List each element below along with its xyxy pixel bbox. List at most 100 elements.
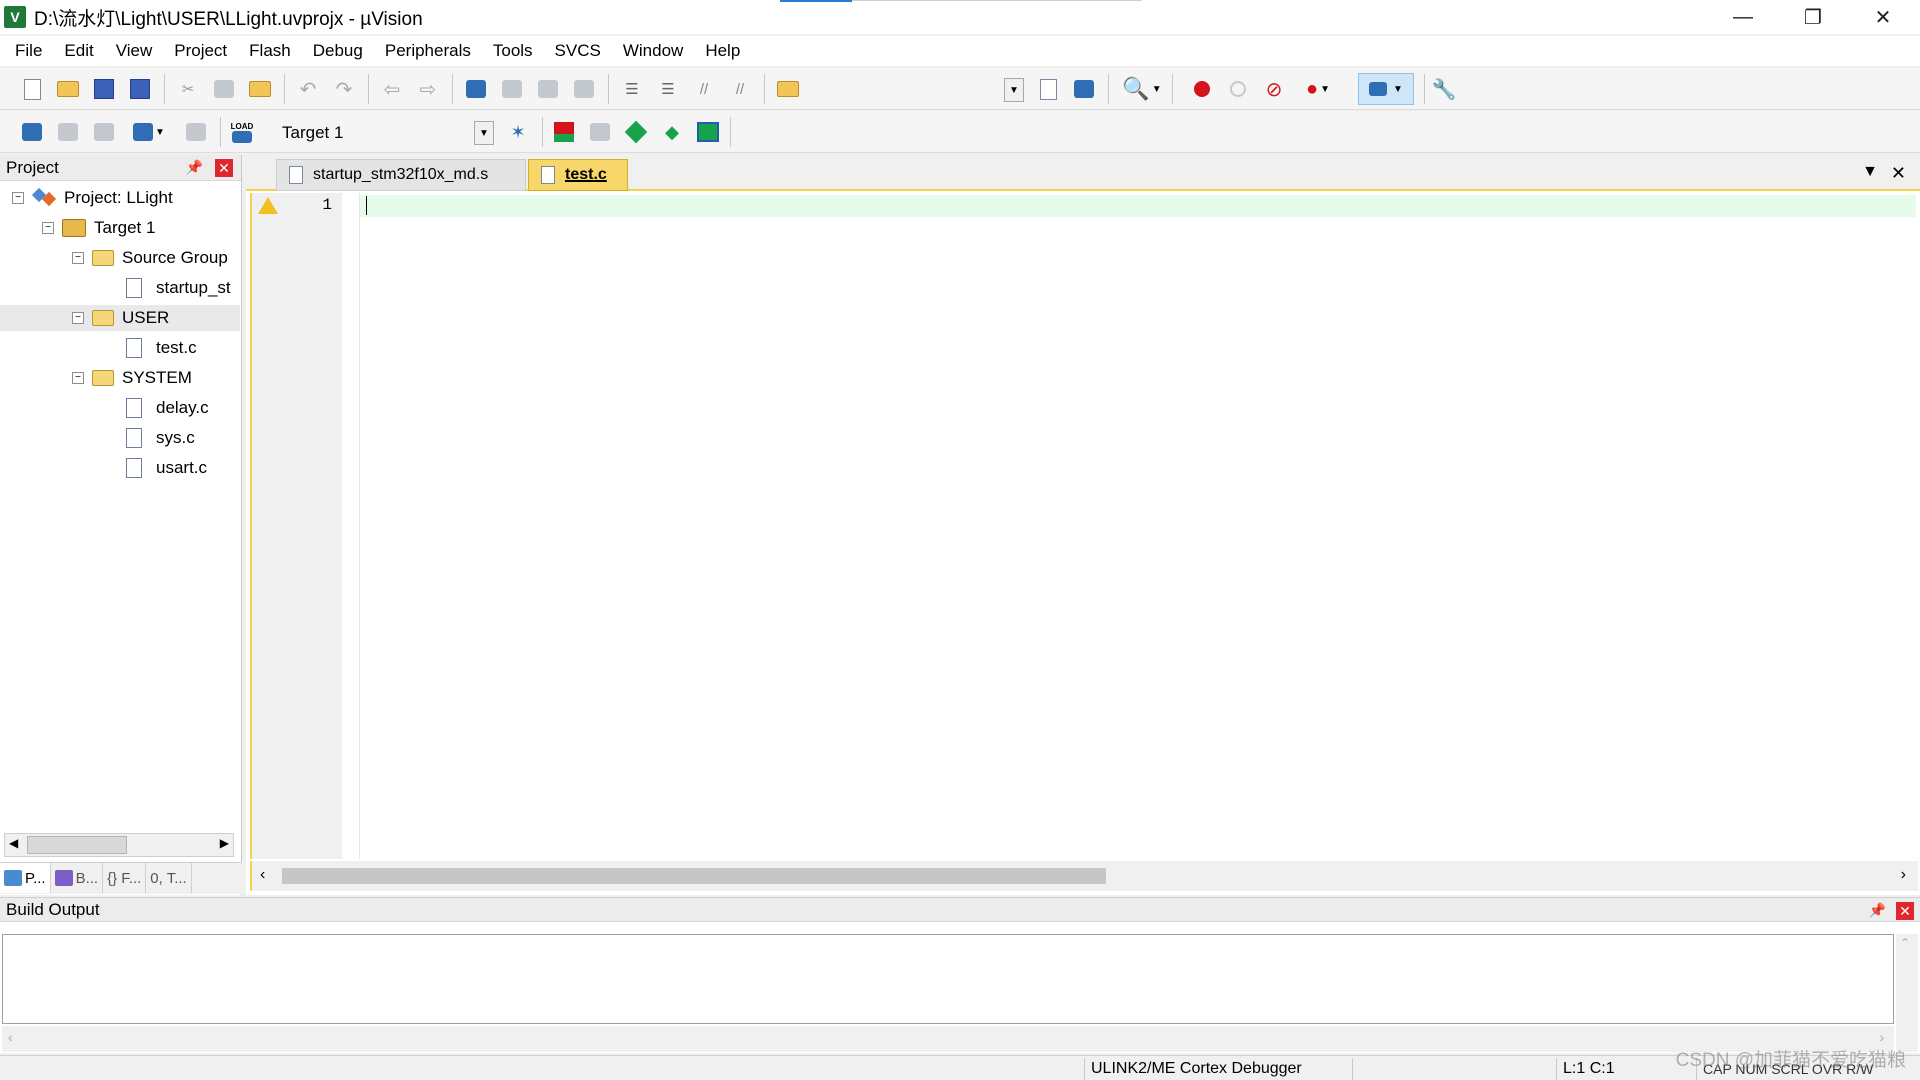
uncomment-button[interactable]: // [728,77,752,101]
select-packs-button[interactable] [588,120,612,144]
menu-flash[interactable]: Flash [238,41,302,61]
menu-file[interactable]: File [4,41,53,61]
menu-debug[interactable]: Debug [302,41,374,61]
unindent-button[interactable]: ☰ [656,77,680,101]
menu-project[interactable]: Project [163,41,238,61]
target-select[interactable]: Target 1 ▼ [272,120,494,146]
rebuild-button[interactable] [92,120,116,144]
tree-file[interactable]: usart.c [0,455,240,481]
bookmark-clear-button[interactable] [572,77,596,101]
menu-edit[interactable]: Edit [53,41,104,61]
menu-help[interactable]: Help [694,41,751,61]
scroll-thumb[interactable] [282,868,1106,884]
close-window-button[interactable]: ✕ [1848,0,1918,34]
redo-button[interactable]: ↷ [332,77,356,101]
scroll-right-icon[interactable]: ▶ [220,836,229,850]
insert-breakpoint-button[interactable] [1190,77,1214,101]
undo-button[interactable]: ↶ [296,77,320,101]
cut-button[interactable]: ✂ [176,77,200,101]
build-output-hscrollbar[interactable]: ‹ › [2,1026,1894,1052]
incremental-find-button[interactable] [1072,77,1096,101]
breakpoint-icon [1194,81,1210,97]
tab-functions[interactable]: {} F... [103,863,147,893]
tree-target[interactable]: − Target 1 [0,215,240,241]
indent-button[interactable]: ☰ [620,77,644,101]
paste-button[interactable] [248,77,272,101]
save-all-button[interactable] [128,77,152,101]
tree-project-root[interactable]: − Project: LLight [0,185,240,211]
tree-file[interactable]: test.c [0,335,240,361]
bookmark-toggle-button[interactable] [464,77,488,101]
collapse-icon[interactable]: − [72,372,84,384]
pack-installer-button[interactable]: ◆ [660,120,684,144]
tree-group-user[interactable]: − USER [0,305,240,331]
collapse-icon[interactable]: − [72,252,84,264]
enable-breakpoint-button[interactable] [1226,77,1250,101]
menu-view[interactable]: View [105,41,164,61]
disable-all-breakpoints-button[interactable]: ⊘ [1262,77,1286,101]
menu-svcs[interactable]: SVCS [544,41,612,61]
scroll-left-icon[interactable]: ◀ [9,836,18,850]
batch-build-button[interactable]: ▼ [128,120,170,144]
scroll-thumb[interactable] [27,836,127,854]
project-tree-hscrollbar[interactable]: ◀ ▶ [4,833,234,857]
save-button[interactable] [92,77,116,101]
open-file-button[interactable] [56,77,80,101]
kill-breakpoints-button[interactable]: ● ▼ [1298,77,1338,101]
tab-startup-file[interactable]: startup_stm32f10x_md.s [276,159,526,191]
scroll-right-icon[interactable]: › [1901,866,1906,884]
restore-button[interactable]: ❐ [1778,0,1848,34]
menu-peripherals[interactable]: Peripherals [374,41,482,61]
menu-window[interactable]: Window [612,41,694,61]
device-database-button[interactable] [696,120,720,144]
comment-button[interactable]: // [692,77,716,101]
close-pane-button[interactable]: ✕ [215,159,233,177]
window-layout-button[interactable]: ▼ [1358,73,1414,105]
collapse-icon[interactable]: − [12,192,24,204]
stop-build-button[interactable] [184,120,208,144]
bookmark-prev-button[interactable] [500,77,524,101]
scroll-left-icon[interactable]: ‹ [8,1029,13,1045]
tree-group-source[interactable]: − Source Group [0,245,240,271]
tab-books[interactable]: B... [51,863,104,893]
configure-button[interactable]: 🔧 [1432,77,1457,101]
tree-file[interactable]: sys.c [0,425,240,451]
close-tab-button[interactable]: ✕ [1891,163,1906,184]
minimize-button[interactable]: — [1708,0,1778,34]
build-button[interactable] [56,120,80,144]
pin-icon[interactable]: 📌 [186,159,203,176]
find-combo-dropdown[interactable]: ▼ [1004,78,1026,102]
new-file-button[interactable] [20,77,44,101]
tab-test-c[interactable]: test.c [528,159,628,191]
bookmark-next-button[interactable] [536,77,560,101]
scroll-left-icon[interactable]: ‹ [260,866,265,884]
navigate-back-button[interactable]: ⇦ [380,77,404,101]
code-editor[interactable]: 1 [250,193,1918,859]
pin-icon[interactable]: 📌 [1869,902,1886,919]
editor-hscrollbar[interactable]: ‹ › [250,861,1918,891]
tree-group-system[interactable]: − SYSTEM [0,365,240,391]
navigate-forward-button[interactable]: ⇨ [416,77,440,101]
scroll-up-icon[interactable]: ⌃ [1900,936,1910,950]
debug-session-button[interactable]: 🔍 ▼ [1122,76,1162,101]
tab-list-dropdown[interactable]: ▼ [1862,163,1878,181]
translate-button[interactable] [20,120,44,144]
collapse-icon[interactable]: − [72,312,84,324]
tab-templates[interactable]: 0, T... [146,863,192,893]
scroll-right-icon[interactable]: › [1879,1029,1884,1045]
find-in-files-button[interactable] [776,77,800,101]
close-pane-button[interactable]: ✕ [1896,902,1914,920]
target-options-button[interactable]: ✶ [506,120,530,144]
copy-button[interactable] [212,77,236,101]
manage-rte-button[interactable] [624,120,648,144]
menu-tools[interactable]: Tools [482,41,544,61]
find-button[interactable] [1036,77,1060,101]
tree-file[interactable]: delay.c [0,395,240,421]
build-output-vscrollbar[interactable]: ⌃ [1896,934,1918,1052]
build-output-text[interactable] [2,934,1894,1024]
collapse-icon[interactable]: − [42,222,54,234]
download-button[interactable]: LOAD [230,120,254,144]
tab-project[interactable]: P... [0,863,51,893]
manage-project-items-button[interactable] [552,120,576,144]
tree-file[interactable]: startup_st [0,275,240,301]
